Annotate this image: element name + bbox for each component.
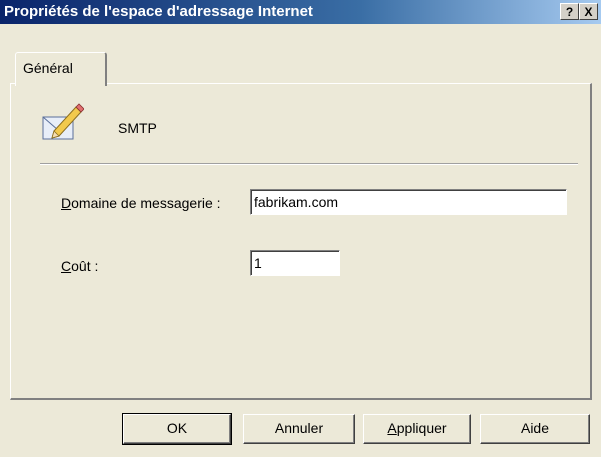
protocol-label: SMTP (118, 120, 157, 136)
cancel-button[interactable]: Annuler (243, 414, 355, 444)
domain-label-rest: omaine de messagerie : (71, 195, 221, 211)
close-button[interactable]: X (579, 3, 598, 20)
title-bar: Propriétés de l'espace d'adressage Inter… (0, 0, 601, 24)
domain-input[interactable]: fabrikam.com (250, 189, 567, 215)
apply-accel: A (387, 420, 397, 436)
cost-label-accel: C (61, 258, 72, 274)
ok-button[interactable]: OK (122, 413, 232, 445)
help-button[interactable]: ? (560, 3, 579, 20)
envelope-pencil-icon (42, 103, 84, 140)
apply-rest: ppliquer (396, 420, 447, 436)
separator (40, 163, 578, 165)
tab-general-label: Général (23, 60, 73, 76)
tab-general[interactable]: Général (15, 52, 107, 86)
apply-button[interactable]: Appliquer (363, 414, 471, 444)
cost-label: Coût : (61, 258, 98, 274)
help-dialog-button[interactable]: Aide (480, 414, 590, 444)
window-title: Propriétés de l'espace d'adressage Inter… (4, 3, 313, 20)
domain-label-accel: D (61, 195, 72, 211)
cost-label-rest: oût : (71, 258, 99, 274)
domain-label: Domaine de messagerie : (61, 195, 221, 211)
cost-input[interactable]: 1 (250, 250, 340, 276)
tab-panel (10, 83, 592, 400)
